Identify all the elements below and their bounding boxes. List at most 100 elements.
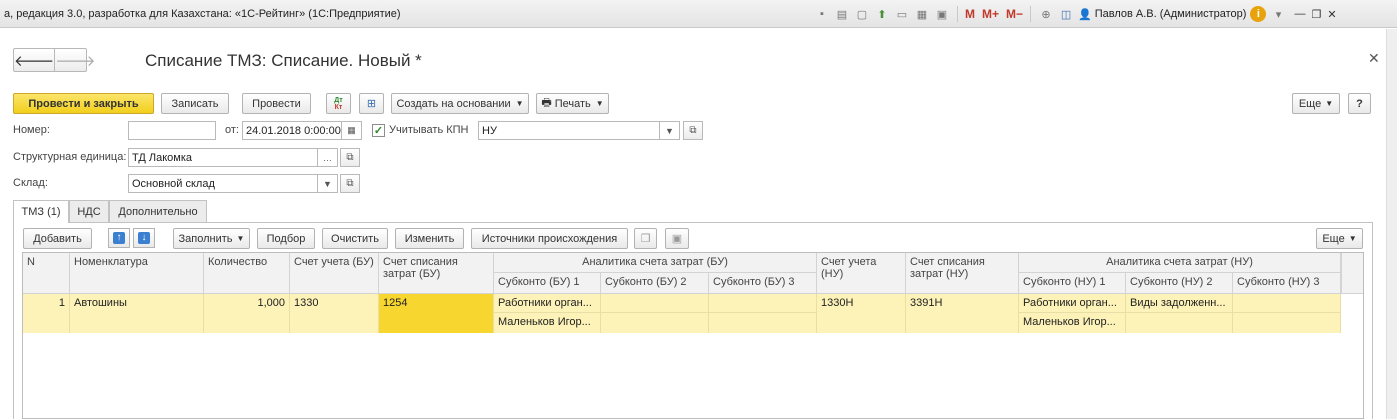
header-account-nu[interactable]: Счет учета (НУ)	[817, 253, 906, 294]
header-analytics-nu[interactable]: Аналитика счета затрат (НУ)	[1019, 253, 1341, 273]
calculator-icon[interactable]: ▦	[914, 6, 930, 22]
cell-sub-bu1-second[interactable]: Маленьков Игор...	[494, 313, 601, 333]
tab-additional[interactable]: Дополнительно	[109, 200, 207, 222]
post-button[interactable]: Провести	[242, 93, 311, 114]
cell-sub-nu3-second[interactable]	[1233, 313, 1341, 333]
chevron-down-icon[interactable]: ▾	[1270, 6, 1286, 22]
cell-sub-bu3-second[interactable]	[709, 313, 817, 333]
restore-icon[interactable]: ❐	[1311, 8, 1321, 21]
header-quantity[interactable]: Количество	[204, 253, 290, 294]
save-button[interactable]: Записать	[161, 93, 229, 114]
memory-m-button[interactable]: M	[965, 7, 975, 21]
warehouse-field[interactable]: Основной склад	[128, 174, 318, 193]
structure-icon: ⊞	[366, 98, 377, 110]
cell-sub-bu1[interactable]: Работники орган...	[494, 294, 601, 313]
cell-n[interactable]: 1	[23, 294, 70, 333]
cell-sub-nu1[interactable]: Работники орган...	[1019, 294, 1126, 313]
number-field[interactable]	[128, 121, 216, 140]
move-down-button[interactable]: ↓	[133, 228, 155, 248]
date-field[interactable]: 24.01.2018 0:00:00	[242, 121, 342, 140]
paste-button[interactable]: ▣	[665, 228, 689, 249]
minimize-icon[interactable]: —	[1294, 8, 1305, 20]
header-nomenclature[interactable]: Номенклатура	[70, 253, 204, 294]
move-up-button[interactable]: ↑	[108, 228, 130, 248]
cell-sub-nu1-second[interactable]: Маленьков Игор...	[1019, 313, 1126, 333]
tab-tmz[interactable]: ТМЗ (1)	[13, 200, 69, 223]
header-sub-nu3[interactable]: Субконто (НУ) 3	[1233, 273, 1341, 294]
favorites-icon[interactable]: ▭	[894, 6, 910, 22]
current-user[interactable]: 👤 Павлов А.В. (Администратор)	[1078, 8, 1246, 21]
arrow-up-icon: ↑	[113, 232, 125, 244]
chevron-down-icon: ▼	[236, 234, 245, 243]
header-sub-bu1[interactable]: Субконто (БУ) 1	[494, 273, 601, 294]
cell-sub-bu3[interactable]	[709, 294, 817, 313]
print-icon[interactable]: ▤	[834, 6, 850, 22]
header-sub-bu3[interactable]: Субконто (БУ) 3	[709, 273, 817, 294]
print-button[interactable]: 🖶 Печать ▼	[536, 93, 609, 114]
open-icon[interactable]: ⧉	[340, 148, 360, 167]
structure-button[interactable]: ⊞	[359, 93, 384, 114]
calendar-icon[interactable]: ▦	[342, 121, 362, 140]
user-icon: 👤	[1078, 8, 1092, 21]
cell-account-bu[interactable]: 1330	[290, 294, 379, 333]
add-button[interactable]: Добавить	[23, 228, 92, 249]
cell-quantity[interactable]: 1,000	[204, 294, 290, 333]
cell-sub-nu2[interactable]: Виды задолженн...	[1126, 294, 1233, 313]
info-icon[interactable]: i	[1250, 6, 1267, 22]
header-analytics-bu[interactable]: Аналитика счета затрат (БУ)	[494, 253, 817, 273]
header-writeoff-bu[interactable]: Счет списания затрат (БУ)	[379, 253, 494, 294]
sources-button[interactable]: Источники происхождения	[471, 228, 628, 249]
cell-account-nu[interactable]: 1330Н	[817, 294, 906, 333]
more-button[interactable]: Еще ▼	[1292, 93, 1340, 114]
calendar-icon[interactable]: ▣	[934, 6, 950, 22]
fill-button[interactable]: Заполнить ▼	[173, 228, 250, 249]
help-button[interactable]: ?	[1348, 93, 1371, 114]
tab-vat[interactable]: НДС	[69, 200, 109, 222]
post-and-close-button[interactable]: Провести и закрыть	[13, 93, 154, 114]
cell-writeoff-bu[interactable]: 1254	[379, 294, 494, 333]
clear-button[interactable]: Очистить	[322, 228, 388, 249]
link-icon[interactable]: ⬆	[874, 6, 890, 22]
close-window-icon[interactable]: ✕	[1327, 8, 1336, 21]
close-form-icon[interactable]: ✕	[1368, 50, 1380, 67]
header-n[interactable]: N	[23, 253, 70, 294]
zoom-icon[interactable]: ⊕	[1038, 6, 1054, 22]
chevron-down-icon[interactable]: ▼	[660, 121, 680, 140]
cell-sub-bu2-second[interactable]	[601, 313, 709, 333]
chevron-down-icon[interactable]: ▼	[318, 174, 338, 193]
panel-icon[interactable]: ◫	[1058, 6, 1074, 22]
header-account-bu[interactable]: Счет учета (БУ)	[290, 253, 379, 294]
header-sub-nu2[interactable]: Субконто (НУ) 2	[1126, 273, 1233, 294]
table-row[interactable]: 1 Автошины 1,000 1330 1254 Работники орг…	[23, 294, 1341, 333]
form-title: Списание ТМЗ: Списание. Новый *	[145, 51, 422, 70]
open-icon[interactable]: ⧉	[340, 174, 360, 193]
cell-sub-bu2[interactable]	[601, 294, 709, 313]
cell-nomenclature[interactable]: Автошины	[70, 294, 204, 333]
copy-button[interactable]: ❐	[634, 228, 657, 249]
kpn-field[interactable]: НУ	[478, 121, 660, 140]
memory-minus-button[interactable]: M−	[1006, 7, 1023, 21]
dt-kt-button[interactable]: Дт Кт	[326, 93, 351, 114]
select-button[interactable]: Подбор	[257, 228, 315, 249]
header-sub-bu2[interactable]: Субконто (БУ) 2	[601, 273, 709, 294]
form-scrollbar[interactable]	[1386, 29, 1397, 419]
unit-label: Структурная единица:	[13, 151, 127, 163]
unit-field[interactable]: ТД Лакомка	[128, 148, 318, 167]
table-more-button[interactable]: Еще ▼	[1316, 228, 1363, 249]
save-icon[interactable]: ▪	[814, 6, 830, 22]
header-writeoff-nu[interactable]: Счет списания затрат (НУ)	[906, 253, 1019, 294]
change-button[interactable]: Изменить	[395, 228, 464, 249]
select-ellipsis-icon[interactable]: …	[318, 148, 338, 167]
cell-sub-nu2-second[interactable]	[1126, 313, 1233, 333]
open-icon[interactable]: ⧉	[683, 121, 703, 140]
back-arrow-icon[interactable]: 🡐	[14, 49, 54, 71]
cell-writeoff-nu[interactable]: 3391Н	[906, 294, 1019, 333]
forward-arrow-icon[interactable]: 🡒	[54, 49, 95, 71]
kpn-checkbox[interactable]: ✓	[372, 124, 385, 137]
preview-icon[interactable]: ▢	[854, 6, 870, 22]
cell-sub-nu3[interactable]	[1233, 294, 1341, 313]
memory-plus-button[interactable]: M+	[982, 7, 999, 21]
print-label: Печать	[554, 97, 591, 110]
create-based-on-button[interactable]: Создать на основании ▼	[391, 93, 529, 114]
header-sub-nu1[interactable]: Субконто (НУ) 1	[1019, 273, 1126, 294]
